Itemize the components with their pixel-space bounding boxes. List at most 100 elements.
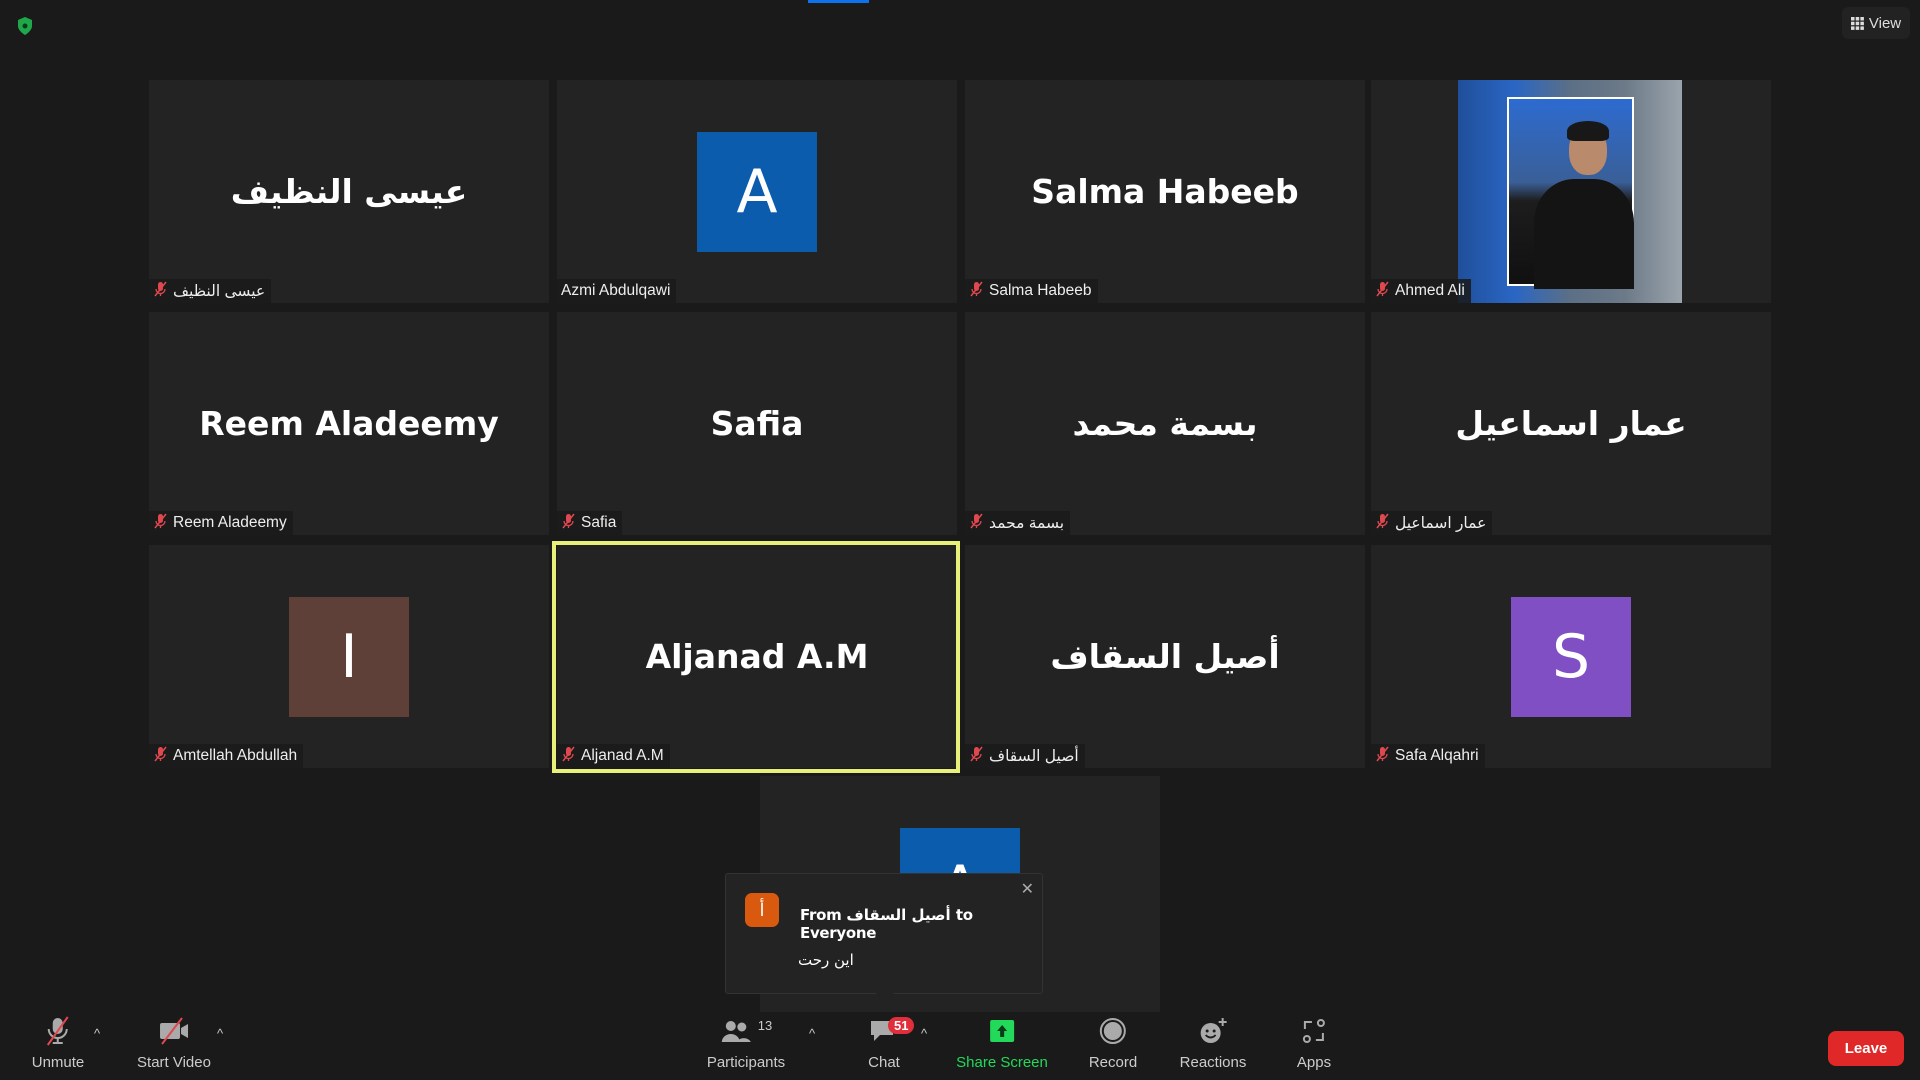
participant-tile[interactable]: Reem Aladeemy Reem Aladeemy <box>149 312 549 535</box>
participant-tile[interactable]: A Azmi Abdulqawi <box>557 80 957 303</box>
participant-name: عيسى النظيف <box>173 282 266 300</box>
start-video-label: Start Video <box>137 1054 211 1071</box>
participant-avatar: S <box>1511 597 1631 717</box>
participant-display-name: Aljanad A.M <box>645 637 869 676</box>
reactions-button[interactable]: Reactions <box>1179 1016 1247 1071</box>
participant-name-label: Ahmed Ali <box>1371 279 1471 303</box>
participant-avatar: I <box>289 597 409 717</box>
camera-off-icon <box>159 1017 188 1045</box>
view-label: View <box>1868 14 1902 32</box>
participant-name: Ahmed Ali <box>1395 282 1465 299</box>
share-screen-icon <box>989 1020 1014 1042</box>
muted-microphone-icon <box>561 513 575 534</box>
participant-tile[interactable]: Safia Safia <box>557 312 957 535</box>
participant-name: Aljanad A.M <box>581 747 664 764</box>
video-options-caret[interactable]: ^ <box>217 1026 223 1041</box>
view-button[interactable]: View <box>1842 7 1910 39</box>
participant-tile[interactable]: Aljanad A.M Aljanad A.M <box>557 545 957 768</box>
participant-name: بسمة محمد <box>989 514 1065 532</box>
participant-photo <box>1507 97 1634 289</box>
participant-name: Safia <box>581 514 617 531</box>
participants-label: Participants <box>706 1054 786 1071</box>
participant-name-label: عيسى النظيف <box>149 279 272 303</box>
participant-name: Reem Aladeemy <box>173 514 287 531</box>
start-video-button[interactable]: Start Video <box>137 1016 211 1071</box>
popup-pointer <box>876 993 894 1002</box>
participant-name-label: عمار اسماعيل <box>1371 511 1493 535</box>
muted-microphone-icon <box>153 281 167 302</box>
participants-icon <box>721 1021 751 1042</box>
muted-microphone-icon <box>969 746 983 767</box>
participants-count: 13 <box>757 1018 773 1033</box>
participant-name-label: Aljanad A.M <box>557 744 670 768</box>
participant-display-name: Reem Aladeemy <box>199 404 499 443</box>
muted-microphone-icon <box>1375 281 1389 302</box>
audio-options-caret[interactable]: ^ <box>94 1026 100 1041</box>
participant-name-label: Safa Alqahri <box>1371 744 1485 768</box>
participant-tile[interactable]: أصيل السقاف أصيل السقاف <box>965 545 1365 768</box>
participant-name-label: Amtellah Abdullah <box>149 744 304 768</box>
chat-label: Chat <box>868 1054 900 1071</box>
share-screen-button[interactable]: Share Screen <box>956 1016 1048 1071</box>
chat-message: اين رحت <box>798 951 854 969</box>
participant-tile[interactable]: عيسى النظيف عيسى النظيف <box>149 80 549 303</box>
participant-display-name: Salma Habeeb <box>1031 172 1299 211</box>
top-indicator-bar <box>808 0 869 3</box>
participant-video <box>1458 80 1682 303</box>
chat-notification[interactable]: أ From أصيل السقاف to Everyone اين رحت ✕ <box>725 873 1043 994</box>
participant-name: عمار اسماعيل <box>1395 514 1487 532</box>
grid-icon <box>1850 16 1864 30</box>
participants-button[interactable]: 13 Participants <box>707 1016 785 1071</box>
participant-avatar: A <box>697 132 817 252</box>
participant-name-label: Salma Habeeb <box>965 279 1098 303</box>
unmute-label: Unmute <box>31 1054 85 1071</box>
record-label: Record <box>1088 1054 1138 1071</box>
muted-microphone-icon <box>561 746 575 767</box>
muted-microphone-icon <box>969 513 983 534</box>
leave-button[interactable]: Leave <box>1828 1031 1904 1066</box>
participant-name: Amtellah Abdullah <box>173 747 298 764</box>
participant-display-name: Safia <box>710 404 804 443</box>
share-screen-label: Share Screen <box>956 1054 1048 1071</box>
participant-name-label: Safia <box>557 511 623 535</box>
record-icon <box>1099 1018 1126 1044</box>
participant-name: Safa Alqahri <box>1395 747 1479 764</box>
chat-unread-badge: 51 <box>888 1017 915 1034</box>
participant-name: Salma Habeeb <box>989 282 1092 299</box>
apps-button[interactable]: Apps <box>1297 1016 1331 1071</box>
participant-display-name: بسمة محمد <box>1072 404 1258 443</box>
muted-microphone-icon <box>1375 513 1389 534</box>
participant-name: Azmi Abdulqawi <box>561 282 671 299</box>
reactions-label: Reactions <box>1179 1054 1247 1071</box>
microphone-muted-icon <box>47 1016 69 1046</box>
unmute-button[interactable]: Unmute <box>31 1016 85 1071</box>
record-button[interactable]: Record <box>1089 1016 1137 1071</box>
participant-name-label: بسمة محمد <box>965 511 1071 535</box>
participant-name-label: Reem Aladeemy <box>149 511 293 535</box>
participant-name-label: Azmi Abdulqawi <box>557 279 677 303</box>
muted-microphone-icon <box>153 513 167 534</box>
participant-name: أصيل السقاف <box>989 747 1079 765</box>
reactions-icon <box>1200 1018 1227 1043</box>
participant-tile[interactable]: بسمة محمد بسمة محمد <box>965 312 1365 535</box>
participant-display-name: عمار اسماعيل <box>1455 404 1687 443</box>
chat-options-caret[interactable]: ^ <box>921 1026 927 1041</box>
muted-microphone-icon <box>153 746 167 767</box>
apps-icon <box>1302 1019 1325 1043</box>
muted-microphone-icon <box>969 281 983 302</box>
close-icon[interactable]: ✕ <box>1021 879 1034 899</box>
muted-microphone-icon <box>1375 746 1389 767</box>
participant-name-label: أصيل السقاف <box>965 744 1085 768</box>
participant-tile[interactable]: عمار اسماعيل عمار اسماعيل <box>1371 312 1771 535</box>
chat-sender-line: From أصيل السقاف to Everyone <box>800 906 973 942</box>
participant-tile[interactable]: I Amtellah Abdullah <box>149 545 549 768</box>
participants-options-caret[interactable]: ^ <box>809 1026 815 1041</box>
sender-avatar: أ <box>745 893 779 927</box>
participant-tile[interactable]: Ahmed Ali <box>1371 80 1771 303</box>
participant-display-name: عيسى النظيف <box>230 172 468 211</box>
participant-tile[interactable]: Salma Habeeb Salma Habeeb <box>965 80 1365 303</box>
participant-tile[interactable]: S Safa Alqahri <box>1371 545 1771 768</box>
shield-icon[interactable] <box>16 16 34 36</box>
apps-label: Apps <box>1296 1054 1332 1071</box>
participant-display-name: أصيل السقاف <box>1050 637 1280 676</box>
